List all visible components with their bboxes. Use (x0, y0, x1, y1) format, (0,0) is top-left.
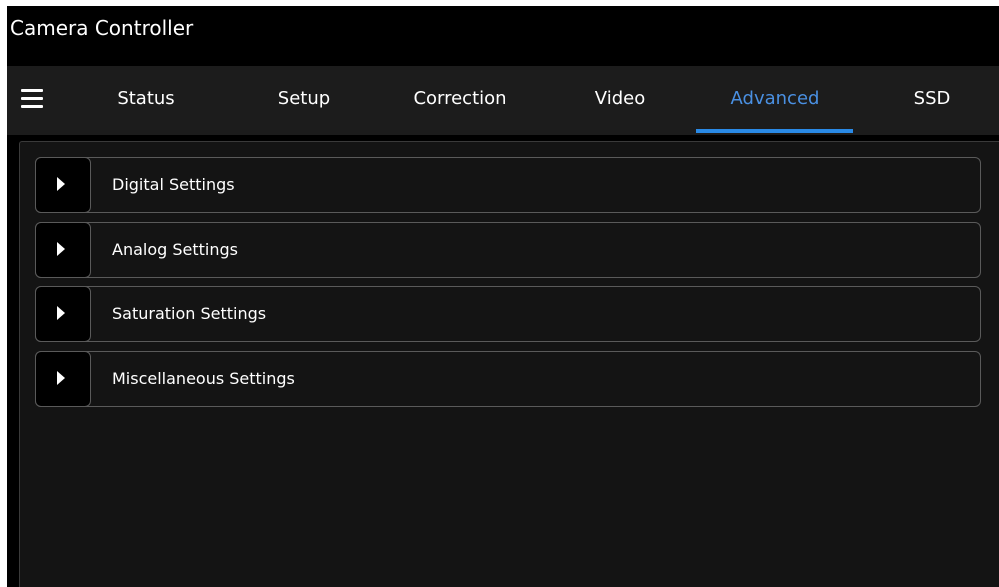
triangle-right-icon (57, 177, 65, 191)
tab-bar: Status Setup Correction Video Advanced S… (7, 66, 999, 135)
section-saturation-settings[interactable]: Saturation Settings (35, 286, 981, 342)
section-label: Analog Settings (112, 240, 238, 259)
tab-advanced[interactable]: Advanced (717, 88, 833, 132)
active-tab-indicator (696, 129, 853, 133)
hamburger-menu-icon[interactable] (21, 89, 43, 109)
app-title: Camera Controller (10, 16, 194, 40)
triangle-right-icon (57, 306, 65, 320)
section-label: Saturation Settings (112, 304, 267, 323)
expand-button[interactable] (35, 222, 91, 278)
tab-correction[interactable]: Correction (405, 88, 515, 132)
section-miscellaneous-settings[interactable]: Miscellaneous Settings (35, 351, 981, 407)
tab-setup[interactable]: Setup (269, 88, 339, 132)
triangle-right-icon (57, 242, 65, 256)
expand-button[interactable] (35, 351, 91, 407)
section-analog-settings[interactable]: Analog Settings (35, 222, 981, 278)
title-bar: Camera Controller (7, 6, 999, 59)
advanced-panel: Digital Settings Analog Settings Saturat… (19, 141, 999, 587)
tab-video[interactable]: Video (587, 88, 653, 132)
camera-controller-app: Camera Controller Status Setup Correctio… (7, 6, 999, 587)
triangle-right-icon (57, 371, 65, 385)
section-digital-settings[interactable]: Digital Settings (35, 157, 981, 213)
tab-status[interactable]: Status (107, 88, 185, 132)
section-label: Digital Settings (112, 175, 235, 194)
expand-button[interactable] (35, 157, 91, 213)
section-label: Miscellaneous Settings (112, 369, 295, 388)
expand-button[interactable] (35, 286, 91, 342)
tab-ssd[interactable]: SSD (902, 88, 962, 132)
